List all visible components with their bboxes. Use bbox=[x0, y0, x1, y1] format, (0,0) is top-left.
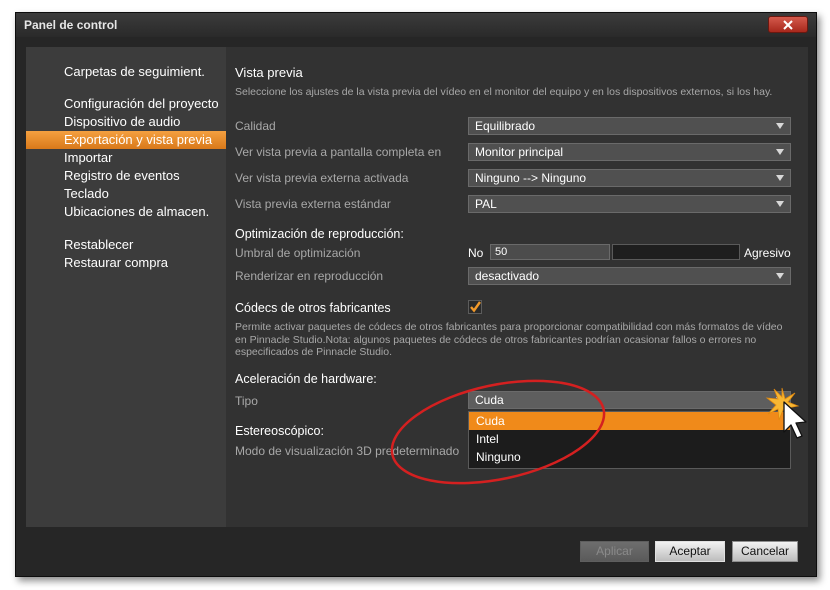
stereo-mode-label: Modo de visualización 3D predeterminado bbox=[235, 444, 460, 458]
sidebar-item-watch-folders[interactable]: Carpetas de seguimient. bbox=[26, 63, 226, 81]
codecs-heading: Códecs de otros fabricantes bbox=[235, 301, 391, 315]
quality-value: Equilibrado bbox=[475, 119, 536, 133]
cancel-button[interactable]: Cancelar bbox=[732, 541, 798, 562]
accept-button[interactable]: Aceptar bbox=[655, 541, 725, 562]
slider-min-label: No bbox=[468, 246, 484, 260]
fullscreen-dropdown[interactable]: Monitor principal bbox=[468, 143, 791, 161]
quality-dropdown[interactable]: Equilibrado bbox=[468, 117, 791, 135]
title-bar: Panel de control bbox=[16, 13, 816, 37]
settings-panel: Vista previa Seleccione los ajustes de l… bbox=[226, 47, 808, 527]
chevron-down-icon bbox=[776, 175, 784, 181]
threshold-label: Umbral de optimización bbox=[235, 246, 361, 260]
render-playback-dropdown[interactable]: desactivado bbox=[468, 267, 791, 285]
sidebar-item-reset[interactable]: Restablecer bbox=[26, 236, 226, 254]
window-title: Panel de control bbox=[24, 18, 118, 32]
external-preview-dropdown[interactable]: Ninguno --> Ninguno bbox=[468, 169, 791, 187]
sidebar-item-event-log[interactable]: Registro de eventos bbox=[26, 167, 226, 185]
render-playback-value: desactivado bbox=[475, 269, 540, 283]
dialog-footer: Aplicar Aceptar Cancelar bbox=[16, 528, 816, 576]
control-panel-window: Panel de control Carpetas de seguimient.… bbox=[15, 12, 817, 577]
sidebar-item-storage-locations[interactable]: Ubicaciones de almacen. bbox=[26, 203, 226, 221]
external-standard-label: Vista previa externa estándar bbox=[235, 197, 391, 211]
external-standard-value: PAL bbox=[475, 197, 497, 211]
sidebar-item-import[interactable]: Importar bbox=[26, 149, 226, 167]
close-button[interactable] bbox=[768, 16, 808, 33]
chevron-down-icon bbox=[776, 273, 784, 279]
close-icon bbox=[783, 19, 793, 30]
option-cuda[interactable]: Cuda bbox=[469, 412, 790, 430]
codecs-checkbox[interactable] bbox=[468, 300, 482, 314]
stereo-heading: Estereoscópico: bbox=[235, 424, 324, 438]
fullscreen-value: Monitor principal bbox=[475, 145, 564, 159]
optimization-slider-value[interactable]: 50 bbox=[490, 244, 610, 260]
chevron-down-icon bbox=[776, 201, 784, 207]
hardware-heading: Aceleración de hardware: bbox=[235, 372, 377, 386]
chevron-down-icon bbox=[776, 149, 784, 155]
hardware-type-value: Cuda bbox=[475, 393, 504, 407]
sidebar-item-export-preview[interactable]: Exportación y vista previa bbox=[26, 131, 226, 149]
chevron-down-icon bbox=[776, 123, 784, 129]
optimization-slider-track[interactable] bbox=[612, 244, 740, 260]
sidebar: Carpetas de seguimient. Configuración de… bbox=[26, 47, 226, 527]
preview-heading: Vista previa bbox=[235, 65, 303, 80]
external-preview-value: Ninguno --> Ninguno bbox=[475, 171, 587, 185]
apply-button[interactable]: Aplicar bbox=[580, 541, 649, 562]
chevron-down-icon bbox=[776, 397, 784, 403]
fullscreen-label: Ver vista previa a pantalla completa en bbox=[235, 145, 442, 159]
quality-label: Calidad bbox=[235, 119, 276, 133]
preview-description: Seleccione los ajustes de la vista previ… bbox=[235, 86, 773, 98]
slider-value-text: 50 bbox=[495, 246, 508, 258]
sidebar-item-project-settings[interactable]: Configuración del proyecto bbox=[26, 95, 226, 113]
sidebar-item-keyboard[interactable]: Teclado bbox=[26, 185, 226, 203]
sidebar-item-restore-purchase[interactable]: Restaurar compra bbox=[26, 254, 226, 272]
option-ninguno[interactable]: Ninguno bbox=[469, 448, 790, 466]
sidebar-item-audio-device[interactable]: Dispositivo de audio bbox=[26, 113, 226, 131]
hardware-type-label: Tipo bbox=[235, 394, 258, 408]
external-standard-dropdown[interactable]: PAL bbox=[468, 195, 791, 213]
hardware-type-dropdown[interactable]: Cuda bbox=[468, 391, 791, 409]
slider-max-label: Agresivo bbox=[744, 246, 791, 260]
hardware-type-options: Cuda Intel Ninguno bbox=[468, 411, 791, 469]
option-intel[interactable]: Intel bbox=[469, 430, 790, 448]
codecs-description: Permite activar paquetes de códecs de ot… bbox=[235, 321, 783, 358]
render-playback-label: Renderizar en reproducción bbox=[235, 269, 384, 283]
external-preview-label: Ver vista previa externa activada bbox=[235, 171, 409, 185]
optimization-heading: Optimización de reproducción: bbox=[235, 227, 404, 241]
